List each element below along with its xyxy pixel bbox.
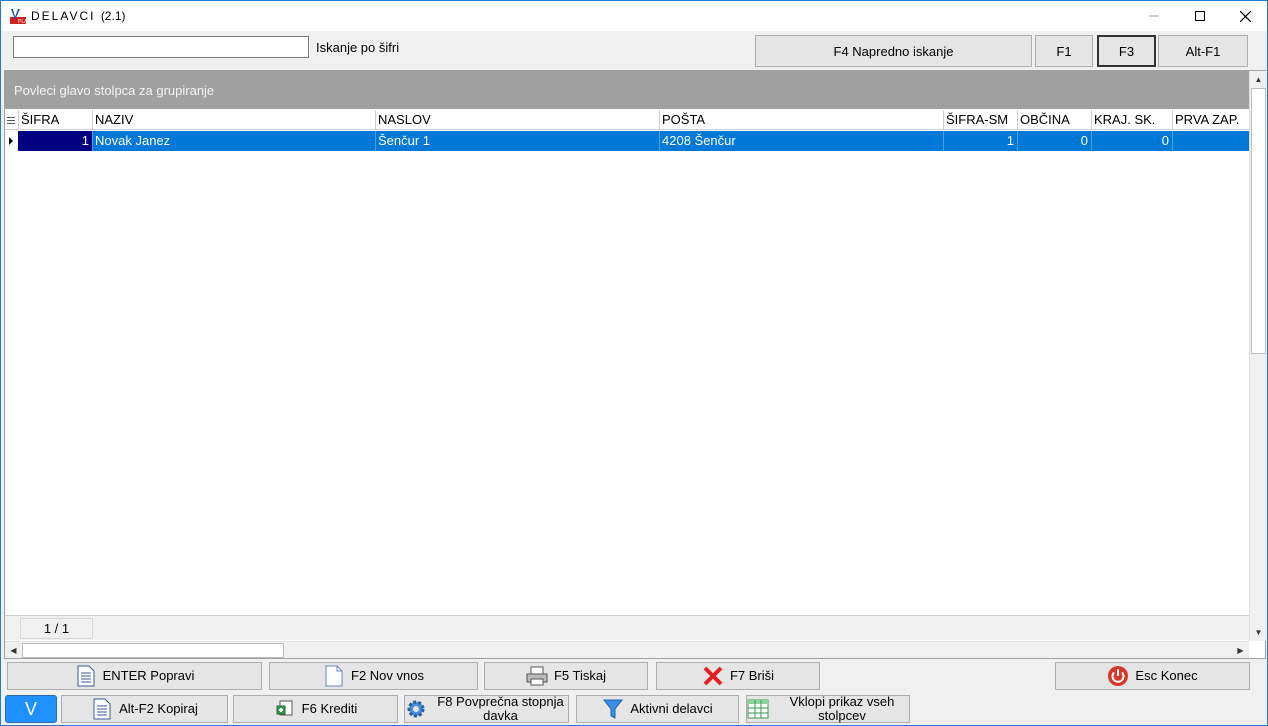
new-entry-button-label: F2 Nov vnos [351, 668, 424, 683]
cell-sifra-sm[interactable]: 1 [943, 131, 1017, 151]
column-header-posta[interactable]: POŠTA [659, 110, 943, 130]
maximize-icon [1195, 11, 1205, 21]
app-logo-icon: PLACE [10, 9, 26, 24]
edit-button[interactable]: ENTER Popravi [7, 662, 262, 690]
vertical-scrollbar[interactable]: ▲ ▼ [1249, 71, 1266, 641]
svg-text:PLACE: PLACE [18, 19, 26, 24]
employees-grid[interactable]: Povleci glavo stolpca za grupiranje ŠIFR… [4, 70, 1266, 659]
credits-button-label: F6 Krediti [301, 701, 358, 716]
title-bar: PLACE DELAVCI (2.1) [1, 1, 1267, 31]
red-x-icon [702, 665, 724, 687]
record-counter: 1 / 1 [20, 618, 93, 639]
code-search-label: Iskanje po šifri [316, 40, 400, 55]
edit-button-label: ENTER Popravi [102, 668, 195, 683]
column-chooser-icon[interactable] [5, 110, 18, 130]
blank-page-icon [323, 665, 345, 687]
horizontal-scroll-thumb[interactable] [22, 643, 284, 658]
minimize-button[interactable] [1131, 1, 1177, 31]
delete-button[interactable]: F7 Briši [656, 662, 820, 690]
app-window: PLACE DELAVCI (2.1) Iskanje po šifri F4 … [0, 0, 1268, 726]
exit-button-label: Esc Konec [1135, 668, 1198, 683]
average-tax-button-label: F8 Povprečna stopnja davka [437, 694, 564, 723]
current-row-arrow-icon [9, 137, 13, 145]
credits-button[interactable]: F6 Krediti [233, 695, 398, 723]
table-row[interactable]: 1 Novak Janez Šenčur 1 4208 Šenčur 1 0 0 [18, 131, 1249, 151]
cell-sifra[interactable]: 1 [18, 131, 92, 151]
scroll-right-arrow-icon[interactable]: ▶ [1232, 642, 1249, 659]
advanced-search-button[interactable]: F4 Napredno iskanje [755, 35, 1032, 67]
close-icon [1239, 10, 1251, 22]
close-button[interactable] [1222, 1, 1268, 31]
f1-button[interactable]: F1 [1035, 35, 1093, 67]
v-button[interactable]: V [5, 695, 57, 723]
active-employees-button[interactable]: Aktivni delavci [576, 695, 739, 723]
average-tax-button[interactable]: F8 Povprečna stopnja davka [404, 695, 569, 723]
power-icon [1107, 665, 1129, 687]
exit-button[interactable]: Esc Konec [1055, 662, 1250, 690]
window-title: DELAVCI (2.1) [31, 9, 126, 23]
window-version: (2.1) [100, 9, 126, 23]
cell-obcina[interactable]: 0 [1017, 131, 1091, 151]
new-entry-button[interactable]: F2 Nov vnos [269, 662, 478, 690]
column-header-prva-zap[interactable]: PRVA ZAP. [1172, 110, 1249, 130]
column-header-sifra-sm[interactable]: ŠIFRA-SM [943, 110, 1017, 130]
show-all-columns-button[interactable]: Vklopi prikaz vseh stolpcev [746, 695, 910, 723]
horizontal-scrollbar[interactable]: ◀ ▶ [5, 641, 1249, 658]
cell-kraj-sk[interactable]: 0 [1091, 131, 1172, 151]
copy-button[interactable]: Alt-F2 Kopiraj [61, 695, 228, 723]
gear-icon [405, 698, 427, 720]
minimize-icon [1149, 15, 1159, 17]
print-button[interactable]: F5 Tiskaj [484, 662, 648, 690]
cell-naslov[interactable]: Šenčur 1 [375, 131, 659, 151]
code-search-input[interactable] [13, 36, 309, 58]
cell-naziv[interactable]: Novak Janez [92, 131, 375, 151]
active-employees-button-label: Aktivni delavci [630, 701, 713, 716]
column-header-sifra[interactable]: ŠIFRA [18, 110, 92, 130]
maximize-button[interactable] [1177, 1, 1223, 31]
column-header-naslov[interactable]: NASLOV [375, 110, 659, 130]
vertical-scroll-thumb[interactable] [1251, 88, 1266, 354]
alt-f1-button[interactable]: Alt-F1 [1158, 35, 1248, 67]
show-all-columns-button-label: Vklopi prikaz vseh stolpcev [789, 694, 895, 723]
cell-posta[interactable]: 4208 Šenčur [659, 131, 943, 151]
column-list-icon [7, 117, 15, 124]
scroll-left-arrow-icon[interactable]: ◀ [5, 642, 22, 659]
row-indicator[interactable] [5, 131, 18, 151]
copy-button-label: Alt-F2 Kopiraj [119, 701, 198, 716]
window-title-text: DELAVCI [31, 9, 96, 23]
scroll-up-arrow-icon[interactable]: ▲ [1250, 71, 1267, 88]
column-header-obcina[interactable]: OBČINA [1017, 110, 1091, 130]
group-by-panel[interactable]: Povleci glavo stolpca za grupiranje [5, 71, 1249, 109]
printer-icon [526, 665, 548, 687]
delete-button-label: F7 Briši [729, 668, 775, 683]
grid-footer: 1 / 1 [5, 615, 1249, 640]
scroll-down-arrow-icon[interactable]: ▼ [1250, 624, 1267, 641]
print-button-label: F5 Tiskaj [553, 668, 606, 683]
credits-icon [274, 698, 296, 720]
document-icon [91, 698, 113, 720]
grid-header-row: ŠIFRA NAZIV NASLOV POŠTA ŠIFRA-SM OBČINA… [5, 110, 1249, 130]
f3-button[interactable]: F3 [1097, 35, 1156, 67]
column-header-naziv[interactable]: NAZIV [92, 110, 375, 130]
column-header-kraj-sk[interactable]: KRAJ. SK. [1091, 110, 1172, 130]
cell-prva-zap[interactable] [1172, 131, 1249, 151]
filter-icon [602, 698, 624, 720]
table-icon [747, 698, 769, 720]
document-icon [75, 665, 97, 687]
